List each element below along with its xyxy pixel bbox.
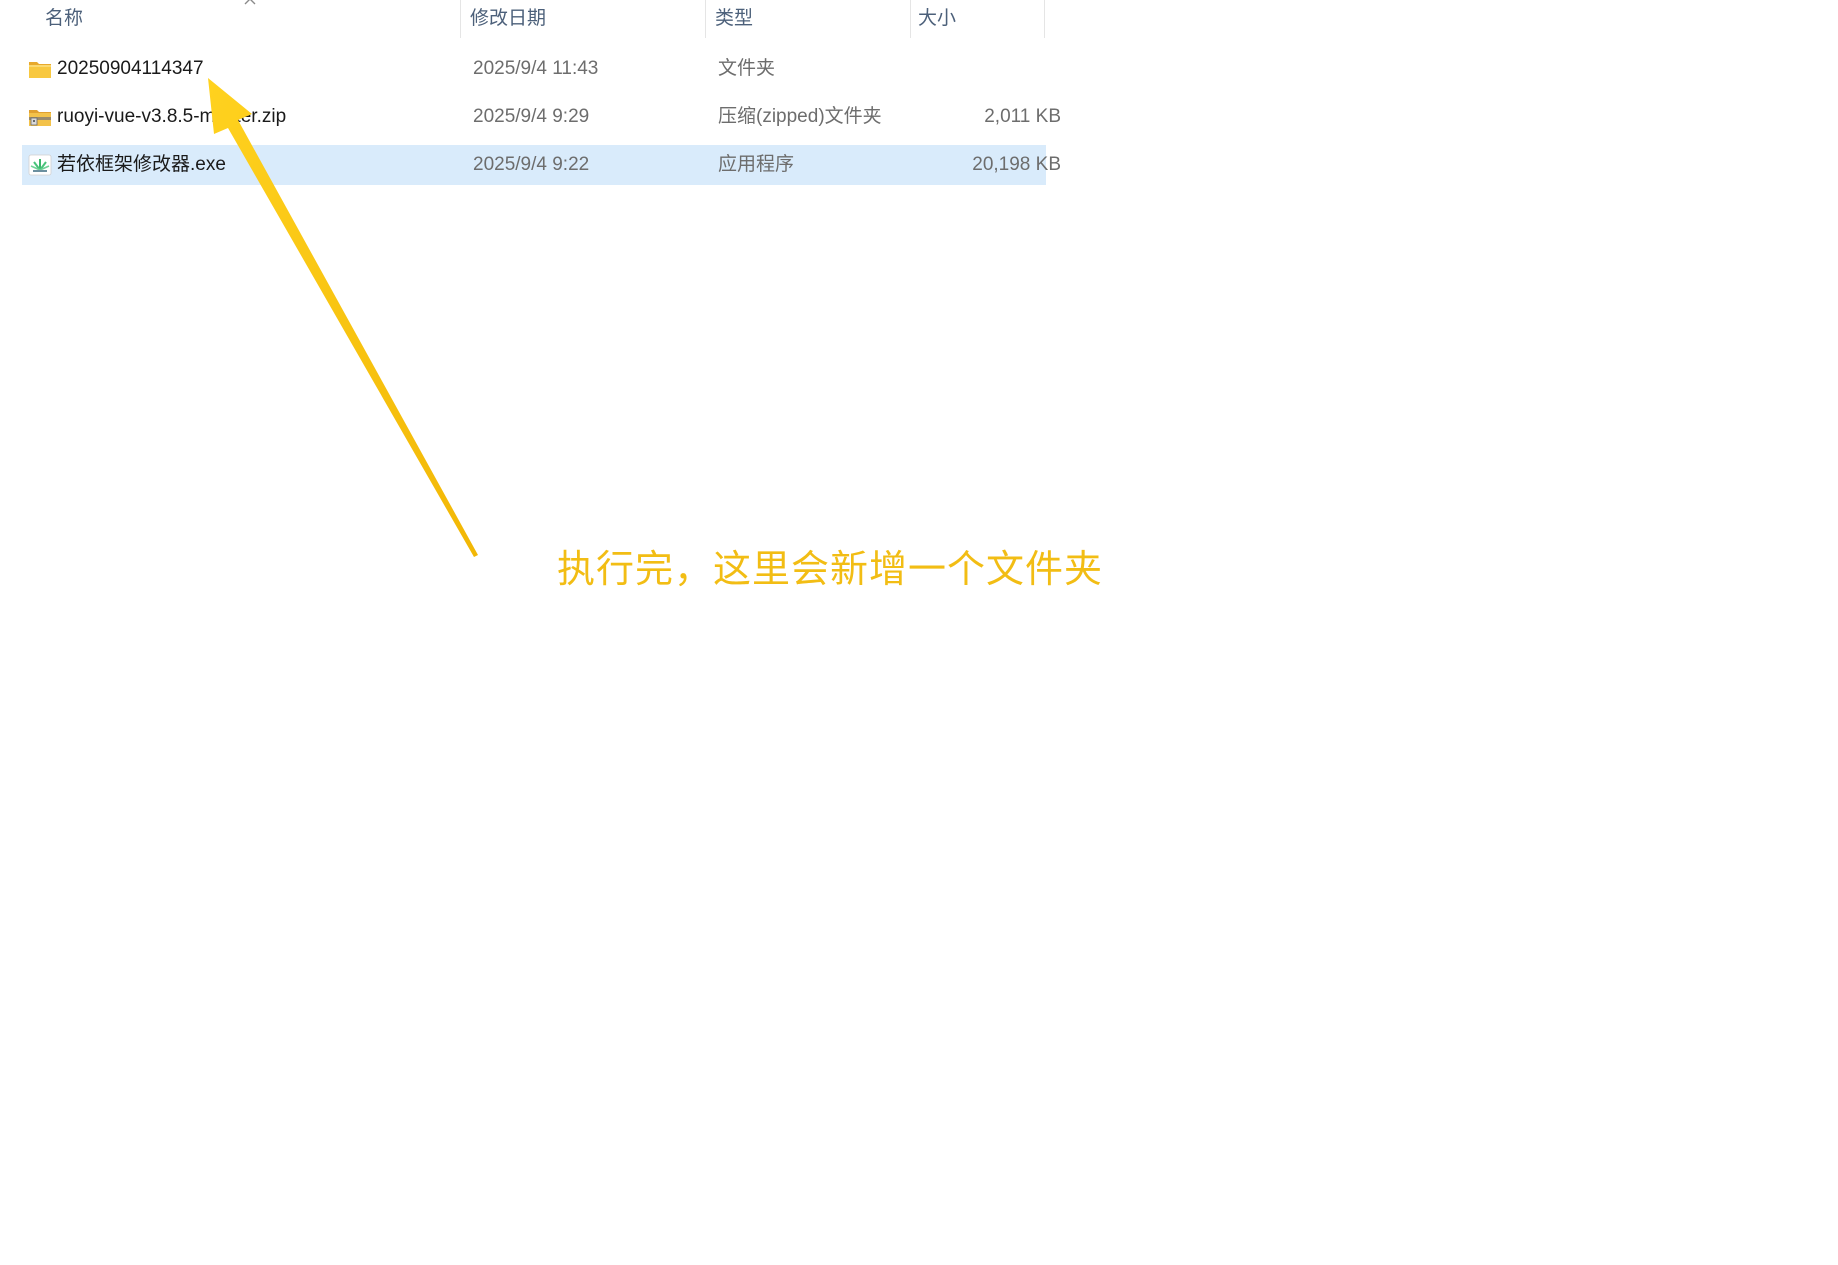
file-type: 文件夹 xyxy=(718,58,776,79)
file-type: 压缩(zipped)文件夹 xyxy=(718,106,882,127)
annotation-arrow xyxy=(208,78,478,557)
column-header-name[interactable]: 名称 xyxy=(45,0,460,38)
column-divider[interactable] xyxy=(460,0,461,38)
column-header-bar: 名称 修改日期 类型 大小 xyxy=(0,0,1060,38)
column-header-size[interactable]: 大小 xyxy=(918,0,1043,38)
file-explorer-view: 名称 修改日期 类型 大小 20250904114347 2025/9/4 11… xyxy=(0,0,1838,1265)
file-name: 20250904114347 xyxy=(57,58,204,79)
folder-icon xyxy=(29,62,51,78)
column-header-modified[interactable]: 修改日期 xyxy=(470,0,705,38)
column-divider[interactable] xyxy=(910,0,911,38)
file-type: 应用程序 xyxy=(718,154,795,175)
file-modified: 2025/9/4 9:29 xyxy=(473,106,590,127)
annotation-caption: 执行完，这里会新增一个文件夹 xyxy=(557,547,1104,591)
file-row-folder[interactable]: 20250904114347 2025/9/4 11:43 文件夹 xyxy=(22,49,1046,89)
file-size: 2,011 KB xyxy=(984,106,1061,127)
file-name: 若依框架修改器.exe xyxy=(57,154,226,175)
file-modified: 2025/9/4 9:22 xyxy=(473,154,590,175)
column-header-type[interactable]: 类型 xyxy=(715,0,910,38)
file-modified: 2025/9/4 11:43 xyxy=(473,58,599,79)
file-row-exe-selected[interactable]: 若依框架修改器.exe 2025/9/4 9:22 应用程序 20,198 KB xyxy=(22,145,1061,185)
zip-folder-icon xyxy=(29,110,51,126)
column-divider[interactable] xyxy=(705,0,706,38)
app-exe-icon xyxy=(28,154,52,176)
file-name: ruoyi-vue-v3.8.5-master.zip xyxy=(57,106,287,127)
file-size: 20,198 KB xyxy=(972,154,1061,175)
file-size xyxy=(861,49,1061,89)
file-row-zip[interactable]: ruoyi-vue-v3.8.5-master.zip 2025/9/4 9:2… xyxy=(22,97,1061,137)
column-divider[interactable] xyxy=(1044,0,1045,38)
